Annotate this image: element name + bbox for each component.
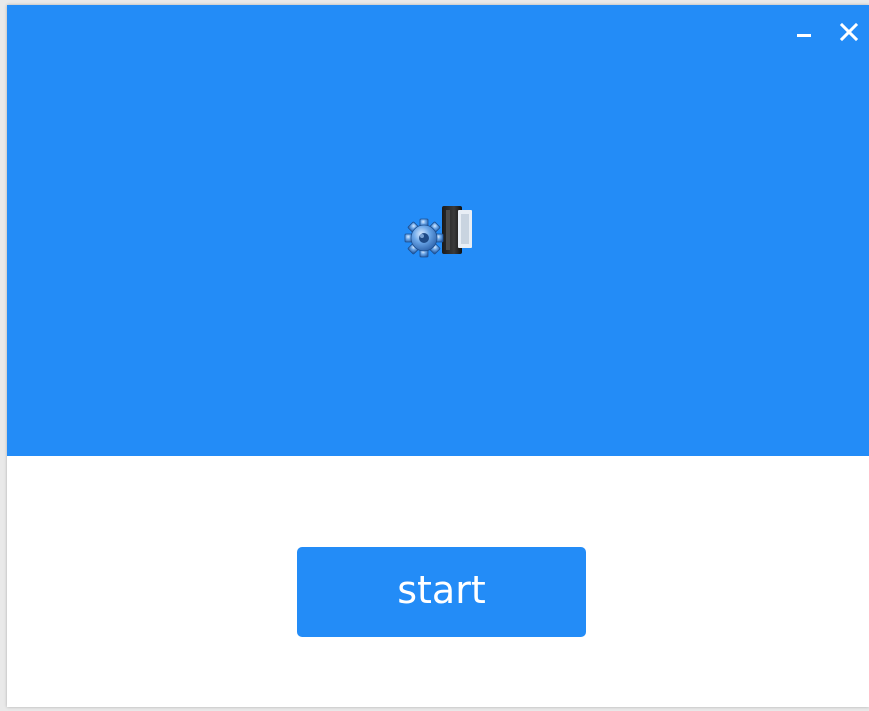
minimize-button[interactable] [789,17,819,47]
gear-connector-icon [404,206,472,258]
minimize-icon [797,34,811,37]
close-button[interactable] [834,17,864,47]
hero-banner [7,5,869,456]
close-icon [839,22,859,42]
app-window: start [7,5,869,707]
start-button[interactable]: start [297,547,586,637]
